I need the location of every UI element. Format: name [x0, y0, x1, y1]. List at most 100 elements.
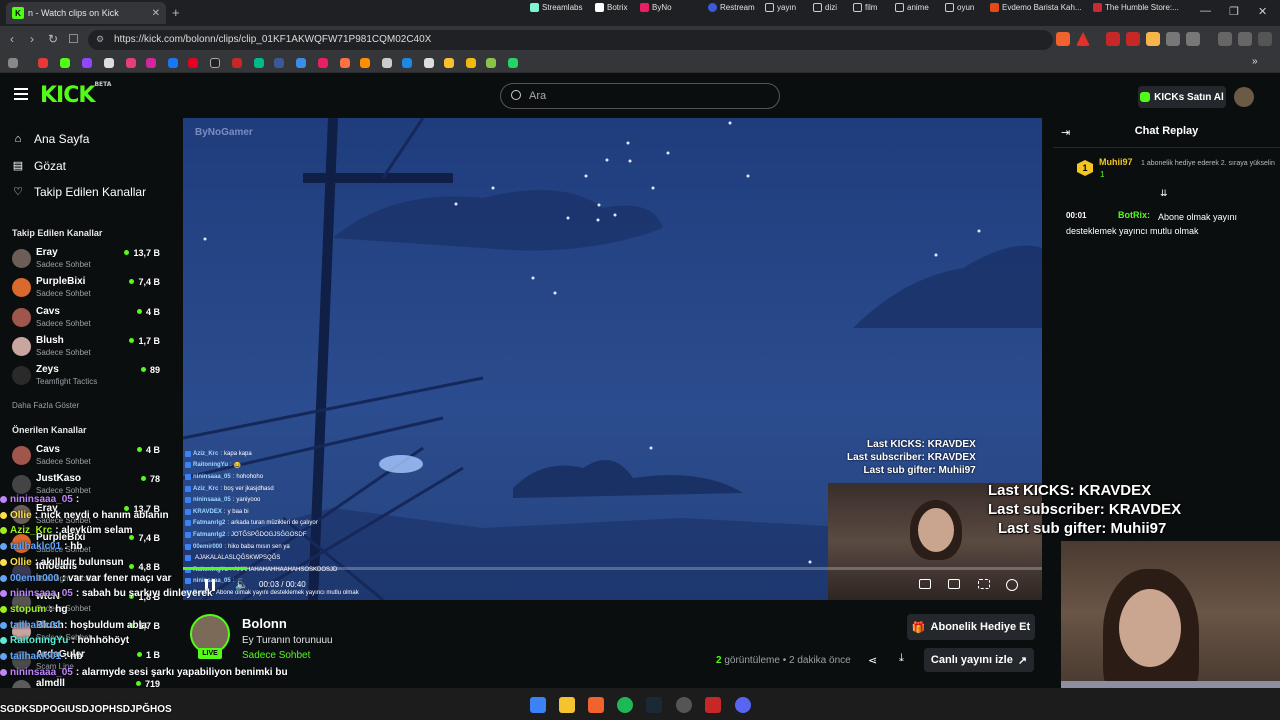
maximize-icon[interactable]: ❐ [1229, 5, 1239, 18]
gift-subscription-button[interactable]: 🎁 Abonelik Hediye Et [907, 614, 1035, 640]
collapse-chat-icon[interactable]: ⇥ [1061, 126, 1070, 139]
bookmark-folder-oyun[interactable]: oyun [945, 3, 974, 12]
url-field[interactable]: ⚙ https://kick.com/bolonn/clips/clip_01K… [88, 30, 1053, 50]
watch-live-button[interactable]: Canlı yayını izle ↗ [924, 648, 1034, 672]
extensions-icon[interactable] [1186, 32, 1200, 46]
channel-item[interactable]: Cavs Sadece Sohbet 4 B [12, 306, 160, 334]
bookmark-icon[interactable] [38, 58, 48, 68]
menu-icon[interactable] [1258, 32, 1272, 46]
discord-icon[interactable] [735, 697, 751, 713]
bookmark-icon[interactable] [424, 58, 434, 68]
channel-name[interactable]: Bolonn [242, 616, 287, 631]
bookmark-icon[interactable] [274, 58, 284, 68]
whatsapp-bookmark-icon[interactable] [508, 58, 518, 68]
buy-kicks-button[interactable]: KICKs Satın Al [1138, 86, 1226, 108]
pinterest-bookmark-icon[interactable] [188, 58, 198, 68]
nav-home[interactable]: ⌂ Ana Sayfa [12, 132, 90, 146]
new-tab-icon[interactable]: + [172, 5, 180, 20]
bookmark-icon[interactable] [402, 58, 412, 68]
bookmark-evdemo[interactable]: Evdemo Barista Kah... [990, 3, 1082, 12]
pip-icon[interactable] [919, 579, 931, 589]
file-explorer-icon[interactable] [559, 697, 575, 713]
bookmark-icon[interactable] [340, 58, 350, 68]
back-icon[interactable]: ‹ [10, 32, 14, 46]
bookmark-folder-anime[interactable]: anime [895, 3, 929, 12]
window-close-icon[interactable]: ✕ [1258, 5, 1267, 18]
bookmark-icon[interactable] [444, 58, 454, 68]
channel-item[interactable]: Zeys Teamfight Tactics 89 [12, 364, 160, 392]
twitch-bookmark-icon[interactable] [82, 58, 92, 68]
bookmark-icon[interactable] [296, 58, 306, 68]
extension-icon[interactable] [1166, 32, 1180, 46]
x-bookmark-icon[interactable] [104, 58, 114, 68]
settings-gear-icon[interactable] [1006, 579, 1018, 591]
browser-tab[interactable]: K n - Watch clips on Kick ✕ [6, 2, 166, 24]
leo-icon[interactable] [1238, 32, 1252, 46]
bookmark-icon[interactable] [126, 58, 136, 68]
minimize-icon[interactable]: — [1200, 5, 1211, 17]
user-badge-icon [0, 668, 7, 676]
apps-icon[interactable] [8, 58, 18, 68]
reload-icon[interactable]: ↻ [48, 32, 58, 46]
forward-icon[interactable]: › [30, 32, 34, 46]
video-chat-line: 00emir000 : hiko baba mısın sen ya [185, 541, 405, 553]
instagram-bookmark-icon[interactable] [146, 58, 156, 68]
user-avatar[interactable] [1234, 87, 1254, 107]
media-icon[interactable] [1218, 32, 1232, 46]
brave-shields-icon[interactable] [1056, 32, 1070, 46]
bookmark-folder-yayin[interactable]: yayın [765, 3, 796, 12]
kick-bookmark-icon[interactable] [60, 58, 70, 68]
bookmark-icon[interactable] [360, 58, 370, 68]
pinned-icon[interactable]: ⇊ [1160, 188, 1168, 199]
fullscreen-icon[interactable] [978, 579, 990, 589]
share-icon[interactable]: ⋖ [868, 654, 877, 667]
spotify-icon[interactable] [617, 697, 633, 713]
bookmark-icon[interactable] [254, 58, 264, 68]
app-icon[interactable] [705, 697, 721, 713]
bookmark-folder-dizi[interactable]: dizi [813, 3, 837, 12]
obs-icon[interactable] [676, 697, 692, 713]
hamburger-menu-icon[interactable] [14, 88, 28, 100]
nav-browse[interactable]: ▤ Gözat [12, 159, 66, 173]
start-icon[interactable] [530, 697, 546, 713]
channel-item[interactable]: Cavs Sadece Sohbet 4 B [12, 444, 160, 472]
extension-icon[interactable] [1146, 32, 1160, 46]
theater-mode-icon[interactable] [948, 579, 960, 589]
tiktok-bookmark-icon[interactable] [210, 58, 220, 68]
show-more-link[interactable]: Daha Fazla Göster [12, 401, 79, 410]
steam-icon[interactable] [646, 697, 662, 713]
site-info-icon[interactable]: ⚙ [96, 34, 104, 45]
chat-message-user[interactable]: BotRix: [1118, 210, 1150, 220]
bookmark-icon[interactable] [382, 58, 392, 68]
video-player[interactable]: ByNoGamer Aziz_Krc : kapa kapa RaitoningY… [183, 118, 1042, 600]
kick-logo[interactable]: KICKBETA [40, 81, 111, 108]
bookmark-streamlabs[interactable]: Streamlabs [530, 3, 582, 12]
top-gifter-name[interactable]: Muhii97 [1099, 157, 1133, 167]
download-icon[interactable]: ⤓ [899, 652, 904, 665]
bookmark-icon[interactable] [318, 58, 328, 68]
bookmark-humble[interactable]: The Humble Store:... [1093, 3, 1179, 12]
search-input[interactable]: Ara [500, 83, 780, 109]
bookmark-icon[interactable] [466, 58, 476, 68]
channel-item[interactable]: Eray Sadece Sohbet 13,7 B [12, 247, 160, 275]
more-bookmarks-icon[interactable]: » [1252, 56, 1258, 67]
bookmark-folder-film[interactable]: film [853, 3, 877, 12]
brave-icon[interactable] [588, 697, 604, 713]
video-progress-bar[interactable] [183, 567, 1042, 570]
extension-icon[interactable] [1126, 32, 1140, 46]
gmail-extension-icon[interactable] [1106, 32, 1120, 46]
bookmark-botrix[interactable]: Botrix [595, 3, 627, 12]
bookmark-byno[interactable]: ByNo [640, 3, 672, 12]
channel-item[interactable]: PurpleBixi Sadece Sohbet 7,4 B [12, 276, 160, 304]
tab-close-icon[interactable]: ✕ [152, 8, 160, 19]
nav-following[interactable]: ♡ Takip Edilen Kanallar [12, 185, 146, 199]
channel-category[interactable]: Sadece Sohbet [242, 650, 310, 661]
bookmark-icon[interactable] [232, 58, 242, 68]
facebook-bookmark-icon[interactable] [168, 58, 178, 68]
volume-icon[interactable]: 🔈 [235, 578, 249, 591]
bookmark-restream[interactable]: Restream [708, 3, 755, 12]
channel-item[interactable]: Blush Sadece Sohbet 1,7 B [12, 335, 160, 363]
bookmark-icon[interactable] [486, 58, 496, 68]
stream-chat-text: : [75, 494, 80, 505]
bookmark-icon[interactable]: ☐ [68, 32, 79, 46]
